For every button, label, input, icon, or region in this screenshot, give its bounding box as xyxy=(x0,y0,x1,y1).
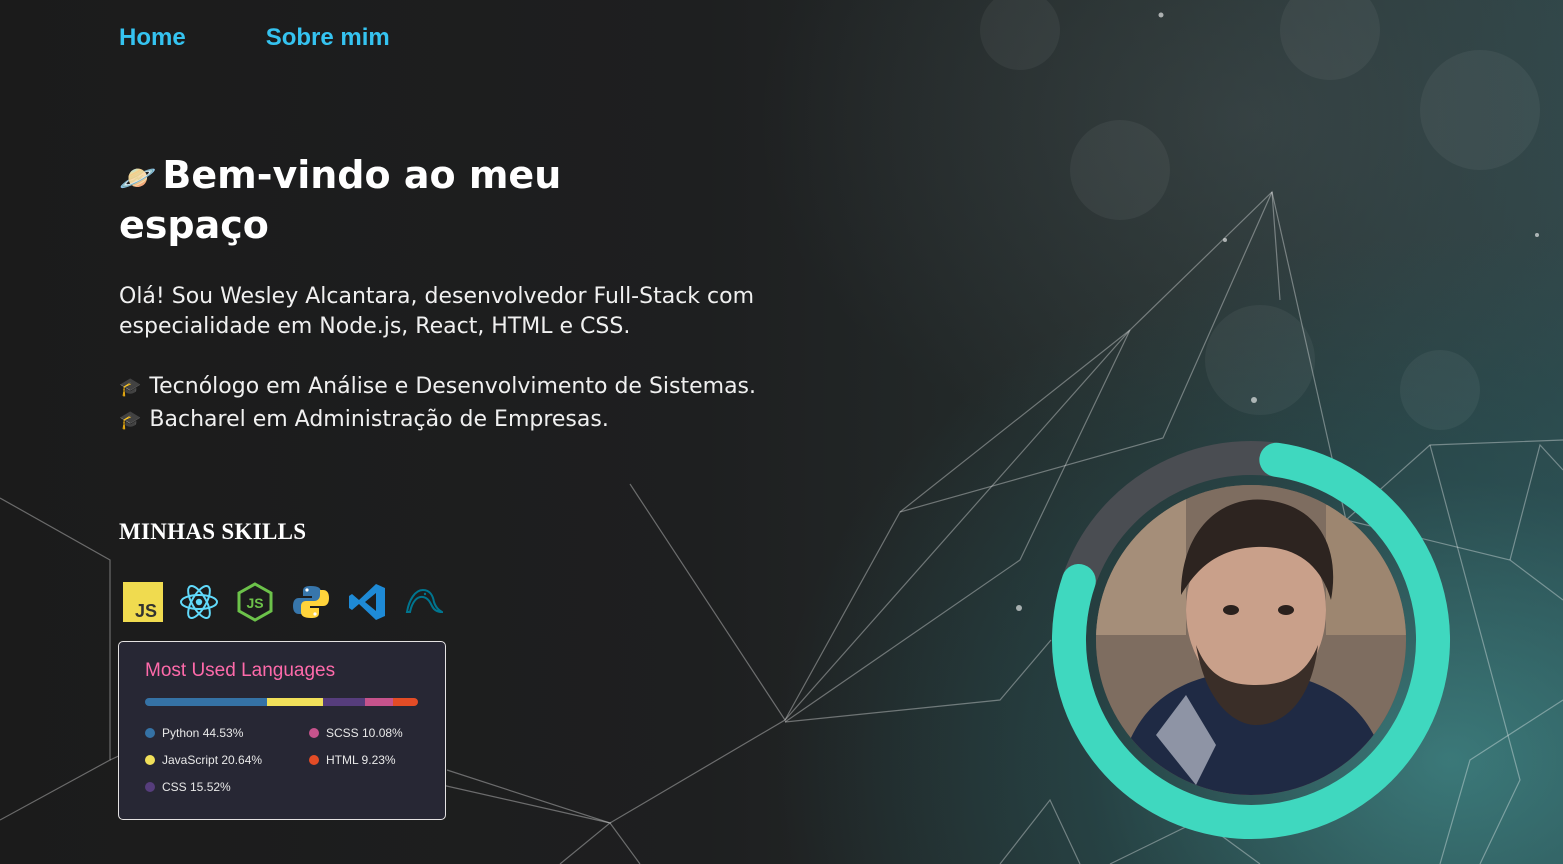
nav-home-link[interactable]: Home xyxy=(119,24,186,52)
react-icon xyxy=(180,585,218,619)
page-title-text: Bem-vindo ao meu espaço xyxy=(119,153,562,247)
svg-text:JS: JS xyxy=(246,595,263,611)
legend-item: HTML 9.23% xyxy=(309,753,429,767)
legend-item: JavaScript 20.64% xyxy=(145,753,309,767)
nav-about-link[interactable]: Sobre mim xyxy=(266,24,390,52)
skills-icon-row: JS JS xyxy=(123,582,443,622)
degree-item: 🎓 Bacharel em Administração de Empresas. xyxy=(119,405,769,436)
person-silhouette xyxy=(1096,485,1406,795)
legend-item: SCSS 10.08% xyxy=(309,726,429,740)
intro-section: Olá! Sou Wesley Alcantara, desenvolvedor… xyxy=(119,282,769,438)
graduation-cap-icon: 🎓 xyxy=(119,410,142,431)
top-nav: Home Sobre mim xyxy=(119,24,390,52)
legend-label: JavaScript 20.64% xyxy=(162,753,263,767)
language-segment-python xyxy=(145,698,267,706)
legend-dot-icon xyxy=(309,755,319,765)
javascript-icon: JS xyxy=(123,582,163,622)
legend-item: Python 44.53% xyxy=(145,726,309,740)
language-segment-css xyxy=(322,698,366,706)
language-segment-html xyxy=(392,698,418,706)
graduation-cap-icon: 🎓 xyxy=(119,377,142,398)
degree-label: Bacharel em Administração de Empresas. xyxy=(149,407,609,432)
languages-progress-bar xyxy=(145,698,418,706)
degree-item: 🎓 Tecnólogo em Análise e Desenvolvimento … xyxy=(119,372,769,403)
legend-dot-icon xyxy=(309,728,319,738)
profile-photo xyxy=(1096,485,1406,795)
svg-text:JS: JS xyxy=(135,601,157,621)
card-title: Most Used Languages xyxy=(145,660,336,681)
degree-label: Tecnólogo em Análise e Desenvolvimento d… xyxy=(149,374,757,399)
vscode-icon xyxy=(349,584,385,620)
legend-dot-icon xyxy=(145,782,155,792)
legend-dot-icon xyxy=(145,728,155,738)
mysql-icon xyxy=(405,588,443,614)
nodejs-icon: JS xyxy=(237,582,273,622)
planet-icon: 🪐 xyxy=(119,161,157,196)
skills-title: MINHAS SKILLS xyxy=(119,519,307,544)
legend-label: SCSS 10.08% xyxy=(326,726,403,740)
legend-item: CSS 15.52% xyxy=(145,780,309,794)
languages-legend: Python 44.53% SCSS 10.08% JavaScript 20.64… xyxy=(145,726,419,794)
language-segment-javascript xyxy=(266,698,323,706)
profile-avatar xyxy=(1051,440,1451,840)
intro-text: Olá! Sou Wesley Alcantara, desenvolvedor… xyxy=(119,284,755,339)
legend-dot-icon xyxy=(145,755,155,765)
python-icon xyxy=(293,586,329,618)
most-used-languages-card: Most Used Languages Python 44.53% SCSS 10… xyxy=(118,641,446,820)
page-title: 🪐 Bem-vindo ao meu espaço xyxy=(119,152,679,248)
legend-label: CSS 15.52% xyxy=(162,780,231,794)
language-segment-scss xyxy=(365,698,393,706)
legend-label: HTML 9.23% xyxy=(326,753,396,767)
legend-label: Python 44.53% xyxy=(162,726,244,740)
